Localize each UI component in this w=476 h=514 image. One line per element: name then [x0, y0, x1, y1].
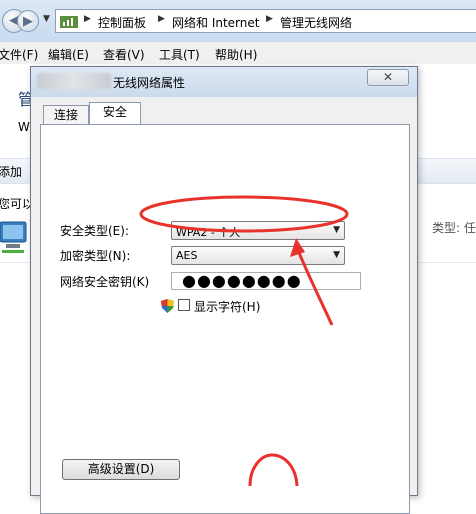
wireless-properties-dialog: 无线网络属性 ✕ 连接 安全 安全类型(E): WPA2 - 个人 ▼ 加密类型…: [30, 66, 418, 514]
encryption-type-label: 加密类型(N):: [60, 249, 131, 263]
menu-help[interactable]: 帮助(H): [215, 46, 257, 63]
menu-tools[interactable]: 工具(T): [159, 46, 200, 63]
security-tab-panel: 安全类型(E): WPA2 - 个人 ▼ 加密类型(N): AES ▼ 网络安全…: [40, 124, 410, 514]
chevron-down-icon: ▼: [333, 250, 340, 260]
address-bar: ◀ ▶ ▼ ▶ 控制面板 ▶ 网络和 Internet ▶ 管理无线网络: [0, 0, 476, 43]
show-characters-label[interactable]: 显示字符(H): [194, 298, 260, 315]
uac-shield-icon: [161, 299, 174, 313]
network-key-value: ●●●●●●●●: [182, 271, 302, 290]
breadcrumb-separator-icon: ▶: [266, 14, 273, 24]
encryption-type-select[interactable]: AES ▼: [171, 246, 345, 265]
breadcrumb-separator-icon: ▶: [158, 14, 165, 24]
breadcrumb-manage-wireless[interactable]: 管理无线网络: [280, 14, 352, 31]
address-input[interactable]: ▶ 控制面板 ▶ 网络和 Internet ▶ 管理无线网络: [55, 9, 476, 33]
tab-connection[interactable]: 连接: [43, 105, 89, 125]
network-key-input[interactable]: ●●●●●●●●: [171, 271, 361, 290]
menu-bar: 文件(F) 编辑(E) 查看(V) 工具(T) 帮助(H): [0, 42, 476, 65]
close-button[interactable]: ✕: [367, 69, 409, 86]
breadcrumb-network-internet[interactable]: 网络和 Internet: [172, 14, 259, 31]
menu-file[interactable]: 文件(F): [0, 46, 38, 63]
forward-icon[interactable]: ▶: [17, 10, 39, 32]
network-key-label: 网络安全密钥(K): [60, 275, 150, 289]
encryption-type-value: AES: [176, 249, 198, 262]
security-type-label: 安全类型(E):: [60, 224, 129, 238]
advanced-settings-button[interactable]: 高级设置(D): [62, 459, 180, 480]
show-characters-checkbox[interactable]: [178, 299, 190, 311]
breadcrumb-separator-icon: ▶: [84, 14, 91, 24]
tab-security[interactable]: 安全: [89, 102, 141, 124]
type-label-fragment: 类型: 任: [432, 221, 476, 235]
breadcrumb-control-panel[interactable]: 控制面板: [98, 14, 146, 31]
subtext-fragment: W: [18, 120, 30, 134]
history-dropdown-icon[interactable]: ▼: [43, 14, 50, 24]
add-button[interactable]: 添加: [0, 163, 22, 180]
hint-text-fragment: 您可以: [0, 197, 35, 211]
dialog-title: 无线网络属性: [113, 76, 186, 90]
chevron-down-icon: ▼: [333, 225, 340, 235]
menu-view[interactable]: 查看(V): [103, 46, 145, 63]
menu-edit[interactable]: 编辑(E): [48, 46, 89, 63]
network-folder-icon: [60, 16, 78, 28]
wireless-network-icon[interactable]: [0, 218, 30, 258]
security-type-select[interactable]: WPA2 - 个人 ▼: [171, 221, 345, 240]
security-type-value: WPA2 - 个人: [176, 226, 241, 239]
redacted-network-name: [37, 73, 111, 89]
dialog-title-bar[interactable]: 无线网络属性 ✕: [31, 67, 417, 97]
